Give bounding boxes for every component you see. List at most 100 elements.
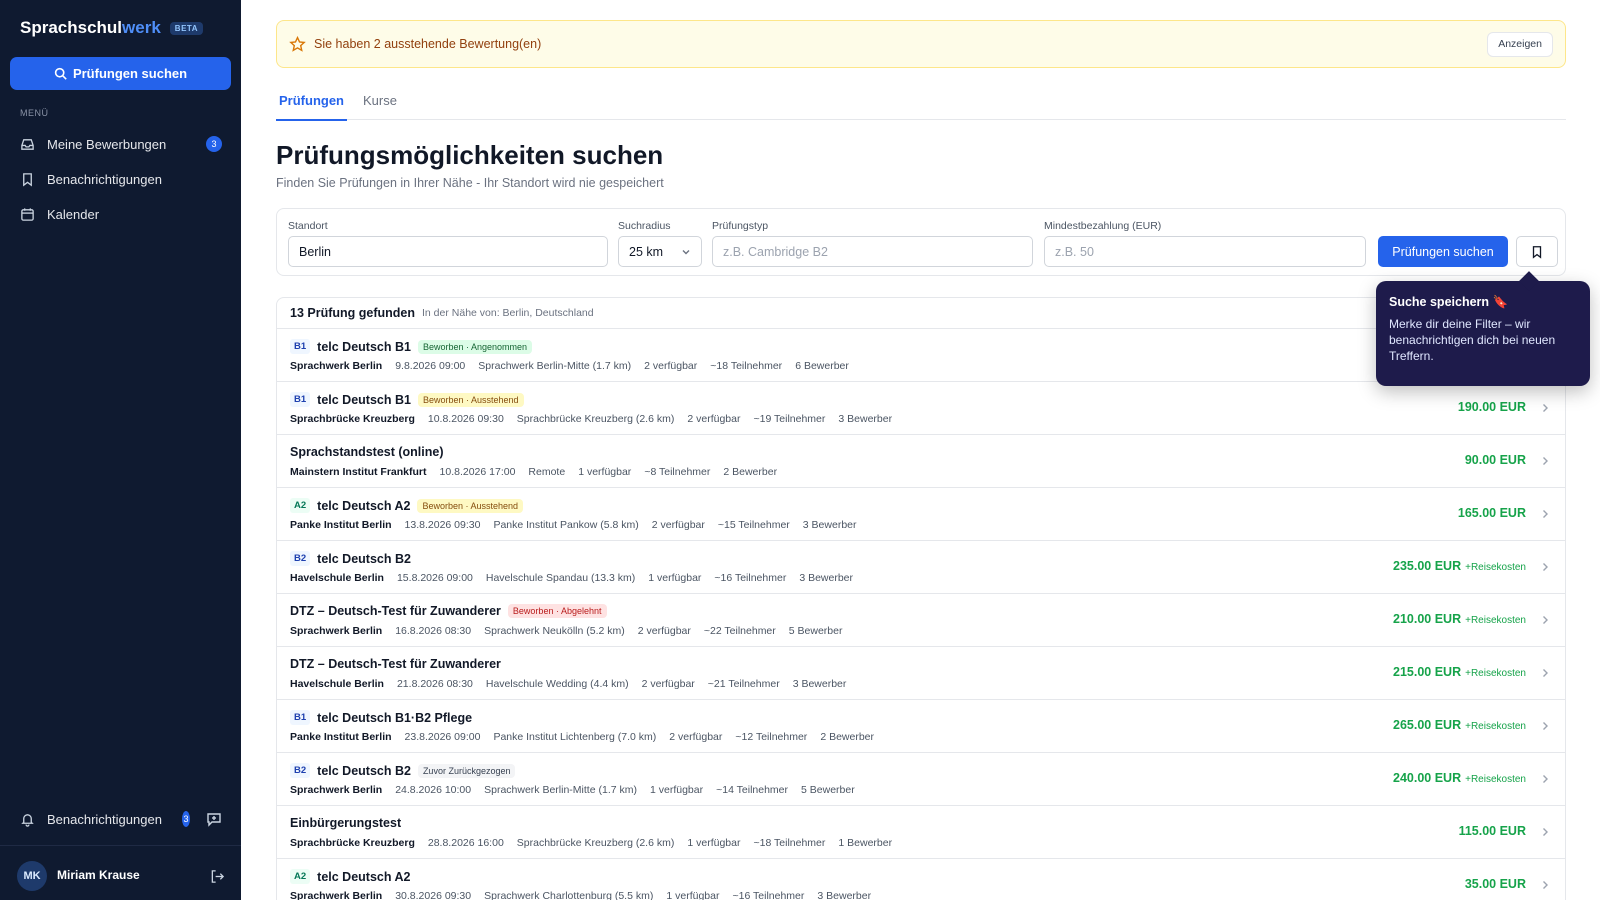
table-row[interactable]: B1 telc Deutsch B1 Beworben · Angenommen Sp… <box>277 329 1565 382</box>
price: 190.00 EUR <box>1457 400 1526 414</box>
level-badge: A2 <box>290 498 311 513</box>
organizer: Havelschule Berlin <box>290 572 384 584</box>
exam-type-label: Prüfungstyp <box>712 220 769 232</box>
table-row[interactable]: Sprachstandstest (online) Mainstern Insti… <box>277 435 1565 488</box>
exam-title: telc Deutsch B1 <box>317 339 411 354</box>
avatar[interactable]: MK <box>17 861 47 891</box>
exam-location: Sprachwerk Neukölln (5.2 km) <box>484 625 625 637</box>
chevron-right-icon <box>1543 722 1548 730</box>
sidebar-search-button[interactable]: Prüfungen suchen <box>10 57 231 90</box>
applicants: 2 Bewerber <box>820 731 875 743</box>
organizer: Sprachbrücke Kreuzberg <box>290 837 415 849</box>
exam-title: DTZ – Deutsch-Test für Zuwanderer <box>290 657 501 671</box>
applicants: 3 Bewerber <box>838 413 893 425</box>
logout-button[interactable] <box>208 867 226 885</box>
table-row[interactable]: Einbürgerungstest Sprachbrücke Kreuzberg 2… <box>277 806 1565 859</box>
travel-costs-note: +Reisekosten <box>1465 615 1526 626</box>
sidebar-item-applications[interactable]: Meine Bewerbungen 3 <box>20 132 222 156</box>
available-slots: 1 verfügbar <box>648 572 702 584</box>
tab-exams[interactable]: Prüfungen <box>276 93 347 121</box>
search-icon <box>54 67 67 80</box>
price: 215.00 EUR <box>1393 665 1462 679</box>
show-reviews-button[interactable]: Anzeigen <box>1487 31 1553 57</box>
location-input[interactable]: Berlin <box>288 236 608 267</box>
exam-location: Remote <box>528 466 566 478</box>
table-row[interactable]: B2 telc Deutsch B2 Zuvor Zurückgezogen Spra… <box>277 753 1565 806</box>
participants: ~19 Teilnehmer <box>753 413 826 425</box>
price: 90.00 EUR <box>1464 453 1526 467</box>
level-badge: B2 <box>290 763 311 778</box>
available-slots: 1 verfügbar <box>578 466 632 478</box>
table-row[interactable]: DTZ – Deutsch-Test für Zuwanderer Beworbe… <box>277 594 1565 647</box>
table-row[interactable]: B2 telc Deutsch B2 Havelschule Berlin 15.8.… <box>277 541 1565 594</box>
table-row[interactable]: A2 telc Deutsch A2 Sprachwerk Berlin 30.8.2… <box>277 859 1565 900</box>
min-pay-input[interactable]: z.B. 50 <box>1044 236 1366 267</box>
chevron-right-icon <box>1543 669 1548 677</box>
exam-title: Einbürgerungstest <box>290 816 402 830</box>
chevron-right-icon <box>1543 616 1548 624</box>
travel-costs-note: +Reisekosten <box>1465 774 1526 785</box>
chevron-right-icon <box>1543 775 1548 783</box>
row-header: Sprachstandstest (online) <box>290 445 444 459</box>
organizer: Havelschule Berlin <box>290 678 384 690</box>
status-badge: Beworben · Angenommen <box>417 339 532 354</box>
price: 235.00 EUR <box>1393 559 1462 573</box>
row-header: DTZ – Deutsch-Test für Zuwanderer <box>290 657 501 671</box>
row-meta: Sprachwerk Berlin 9.8.2026 09:00 Sprachwer… <box>290 360 849 372</box>
results-header: 13 Prüfung gefunden In der Nähe von: Ber… <box>277 298 1565 329</box>
table-row[interactable]: B1 telc Deutsch B1·B2 Pflege Panke Institu… <box>277 700 1565 753</box>
applicants: 2 Bewerber <box>723 466 778 478</box>
exam-date: 21.8.2026 08:30 <box>396 678 473 690</box>
table-row[interactable]: A2 telc Deutsch A2 Beworben · Ausstehend Pa… <box>277 488 1565 541</box>
exam-location: Sprachbrücke Kreuzberg (2.6 km) <box>516 837 675 849</box>
exam-date: 24.8.2026 10:00 <box>395 784 472 796</box>
chevron-down-icon <box>682 249 690 254</box>
bookmark-icon <box>23 172 32 186</box>
organizer: Sprachwerk Berlin <box>290 890 383 900</box>
table-row[interactable]: DTZ – Deutsch-Test für Zuwanderer Havelsc… <box>277 647 1565 700</box>
bottom-notifications[interactable]: Benachrichtigungen 3 <box>20 807 190 831</box>
price-block: 215.00 EUR +Reisekosten <box>1393 665 1526 679</box>
exam-type-input[interactable]: z.B. Cambridge B2 <box>712 236 1033 267</box>
radius-select[interactable]: 25 km <box>618 236 702 267</box>
sidebar-item-label: Meine Bewerbungen <box>47 136 167 152</box>
page-title: Prüfungsmöglichkeiten suchen <box>276 140 664 170</box>
feedback-button[interactable] <box>205 810 223 828</box>
tab-courses[interactable]: Kurse <box>363 93 397 108</box>
chevron-right-icon <box>1543 881 1548 889</box>
organizer: Panke Institut Berlin <box>290 731 392 743</box>
exam-title: telc Deutsch B1·B2 Pflege <box>317 710 473 725</box>
search-button[interactable]: Prüfungen suchen <box>1378 236 1508 267</box>
level-badge: B2 <box>290 551 311 566</box>
beta-badge: BETA <box>169 21 203 35</box>
save-search-button[interactable] <box>1516 236 1558 267</box>
price: 210.00 EUR <box>1393 612 1462 626</box>
exam-date: 10.8.2026 09:30 <box>427 413 504 425</box>
row-meta: Sprachbrücke Kreuzberg 28.8.2026 16:00 Spr… <box>290 837 892 849</box>
brand-logo[interactable]: Sprachschulwerk BETA <box>20 18 203 38</box>
participants: ~16 Teilnehmer <box>714 572 787 584</box>
exam-date: 16.8.2026 08:30 <box>395 625 472 637</box>
chevron-right-icon <box>1543 457 1548 465</box>
exam-location: Panke Institut Lichtenberg (7.0 km) <box>493 731 657 743</box>
logout-icon <box>211 869 224 883</box>
sidebar-item-calendar[interactable]: Kalender <box>20 202 222 226</box>
price-block: 235.00 EUR +Reisekosten <box>1393 559 1526 573</box>
available-slots: 1 verfügbar <box>666 890 720 900</box>
price-block: 90.00 EUR <box>1465 453 1526 467</box>
sidebar-item-label: Benachrichtigungen <box>47 171 162 187</box>
sidebar-search-label: Prüfungen suchen <box>72 66 188 81</box>
organizer: Sprachwerk Berlin <box>290 784 383 796</box>
sidebar-item-notifications[interactable]: Benachrichtigungen <box>20 167 222 191</box>
chevron-right-icon <box>1543 563 1548 571</box>
exam-title: telc Deutsch A2 <box>317 869 411 884</box>
row-meta: Sprachwerk Berlin 24.8.2026 10:00 Sprachwe… <box>290 784 855 796</box>
travel-costs-note: +Reisekosten <box>1465 562 1526 573</box>
exam-title: DTZ – Deutsch-Test für Zuwanderer <box>290 604 501 618</box>
exam-date: 10.8.2026 17:00 <box>439 466 516 478</box>
row-header: A2 telc Deutsch A2 <box>290 869 410 884</box>
row-header: B2 telc Deutsch B2 Zuvor Zurückgezogen <box>290 763 516 778</box>
chevron-right-icon <box>1543 404 1548 412</box>
table-row[interactable]: B1 telc Deutsch B1 Beworben · Ausstehend Sp… <box>277 382 1565 435</box>
min-pay-label: Mindestbezahlung (EUR) <box>1044 220 1162 232</box>
